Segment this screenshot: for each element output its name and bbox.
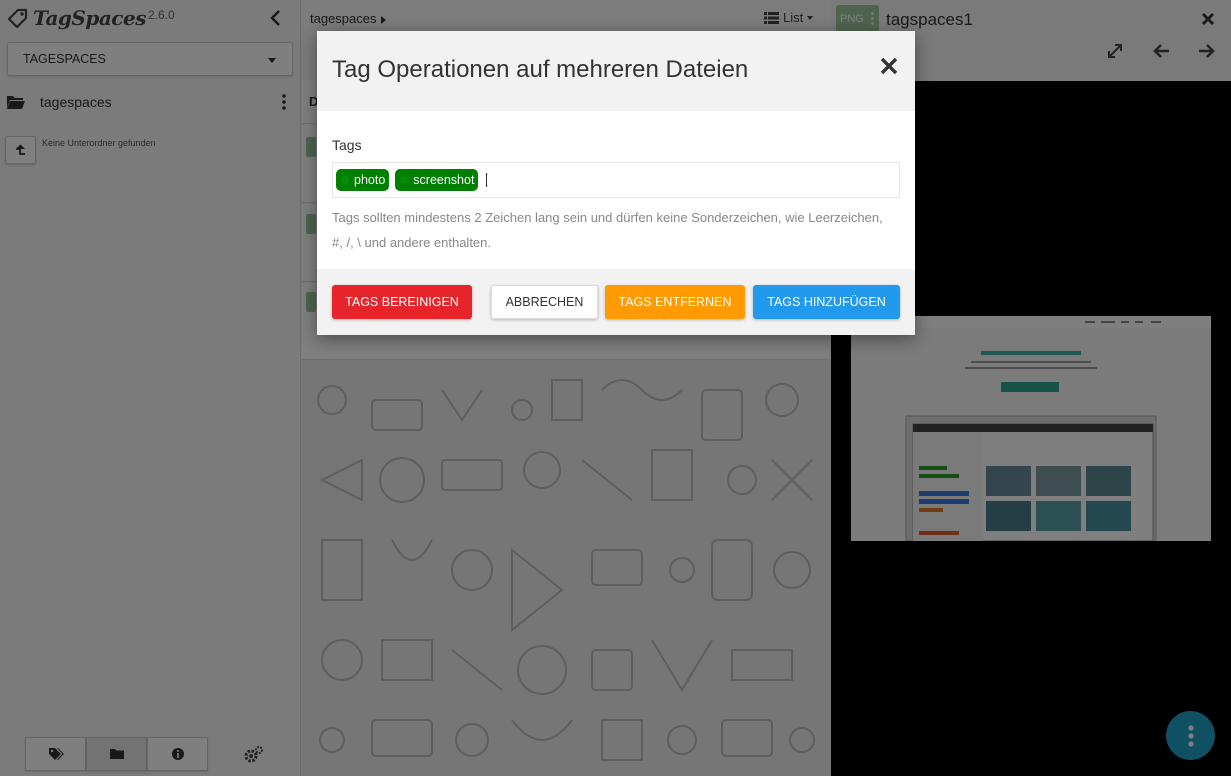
dialog-title: Tag Operationen auf mehreren Dateien <box>332 56 749 83</box>
dialog-footer: TAGS BEREINIGEN ABBRECHEN TAGS ENTFERNEN… <box>317 269 915 335</box>
remove-tags-button[interactable]: TAGS ENTFERNEN <box>605 285 745 319</box>
tag-operations-dialog: Tag Operationen auf mehreren Dateien Tag… <box>317 31 915 335</box>
close-icon[interactable] <box>879 55 899 77</box>
tags-label: Tags <box>332 137 362 153</box>
tag-chip[interactable]: screenshot <box>395 169 479 191</box>
tags-input[interactable]: photo screenshot <box>332 162 900 198</box>
tag-remove-icon[interactable] <box>400 176 409 184</box>
clean-tags-button[interactable]: TAGS BEREINIGEN <box>332 285 472 319</box>
cancel-button[interactable]: ABBRECHEN <box>491 285 598 319</box>
tag-chip[interactable]: photo <box>336 169 390 191</box>
tags-help-text: Tags sollten mindestens 2 Zeichen lang s… <box>332 210 883 250</box>
add-tags-button[interactable]: TAGS HINZUFÜGEN <box>753 285 900 319</box>
tag-label: screenshot <box>413 173 475 187</box>
tag-label: photo <box>354 173 386 187</box>
dialog-header: Tag Operationen auf mehreren Dateien <box>317 31 915 111</box>
tag-remove-icon[interactable] <box>341 176 349 184</box>
text-cursor <box>486 173 488 187</box>
